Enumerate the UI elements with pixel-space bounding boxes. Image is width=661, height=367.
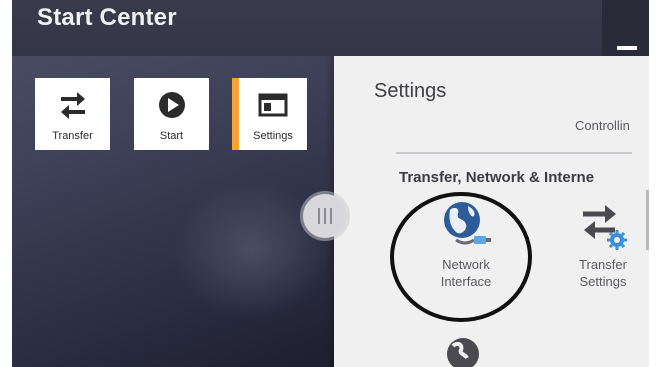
device-screen: Start Center Transfer Start Settings Set… <box>12 0 649 367</box>
settings-tile[interactable]: Settings <box>239 78 307 150</box>
app-title: Start Center <box>37 4 177 31</box>
minimize-icon <box>617 46 637 50</box>
transfer-settings-label-line2: Settings <box>579 274 627 289</box>
settings-panel-title: Settings <box>374 80 447 102</box>
play-circle-icon <box>158 92 185 118</box>
category-controlling-label[interactable]: Controllin <box>575 118 630 133</box>
transfer-settings-label-line1: Transfer <box>579 257 627 272</box>
settings-tile-label: Settings <box>253 130 293 142</box>
section-heading: Transfer, Network & Interne <box>399 169 595 186</box>
grip-line <box>324 208 326 224</box>
start-tile[interactable]: Start <box>134 78 209 150</box>
panel-scrollbar[interactable] <box>646 190 649 250</box>
settings-window-icon <box>258 93 288 117</box>
start-tile-label: Start <box>159 130 184 142</box>
transfer-settings-item[interactable]: Transfer Settings <box>558 196 648 290</box>
minimize-button[interactable] <box>608 30 648 56</box>
globe-icon[interactable] <box>443 332 483 367</box>
transfer-tile-label: Transfer <box>52 130 93 142</box>
grip-line <box>318 208 320 224</box>
transfer-tile[interactable]: Transfer <box>35 78 110 150</box>
section-divider <box>396 152 632 154</box>
transfer-arrows-icon <box>60 92 85 119</box>
panel-drag-handle[interactable] <box>303 194 347 238</box>
transfer-settings-icon <box>573 196 633 256</box>
highlight-circle-annotation <box>390 192 532 322</box>
title-bar: Start Center <box>12 0 649 56</box>
active-tile-indicator <box>232 78 239 150</box>
grip-line <box>330 208 332 224</box>
